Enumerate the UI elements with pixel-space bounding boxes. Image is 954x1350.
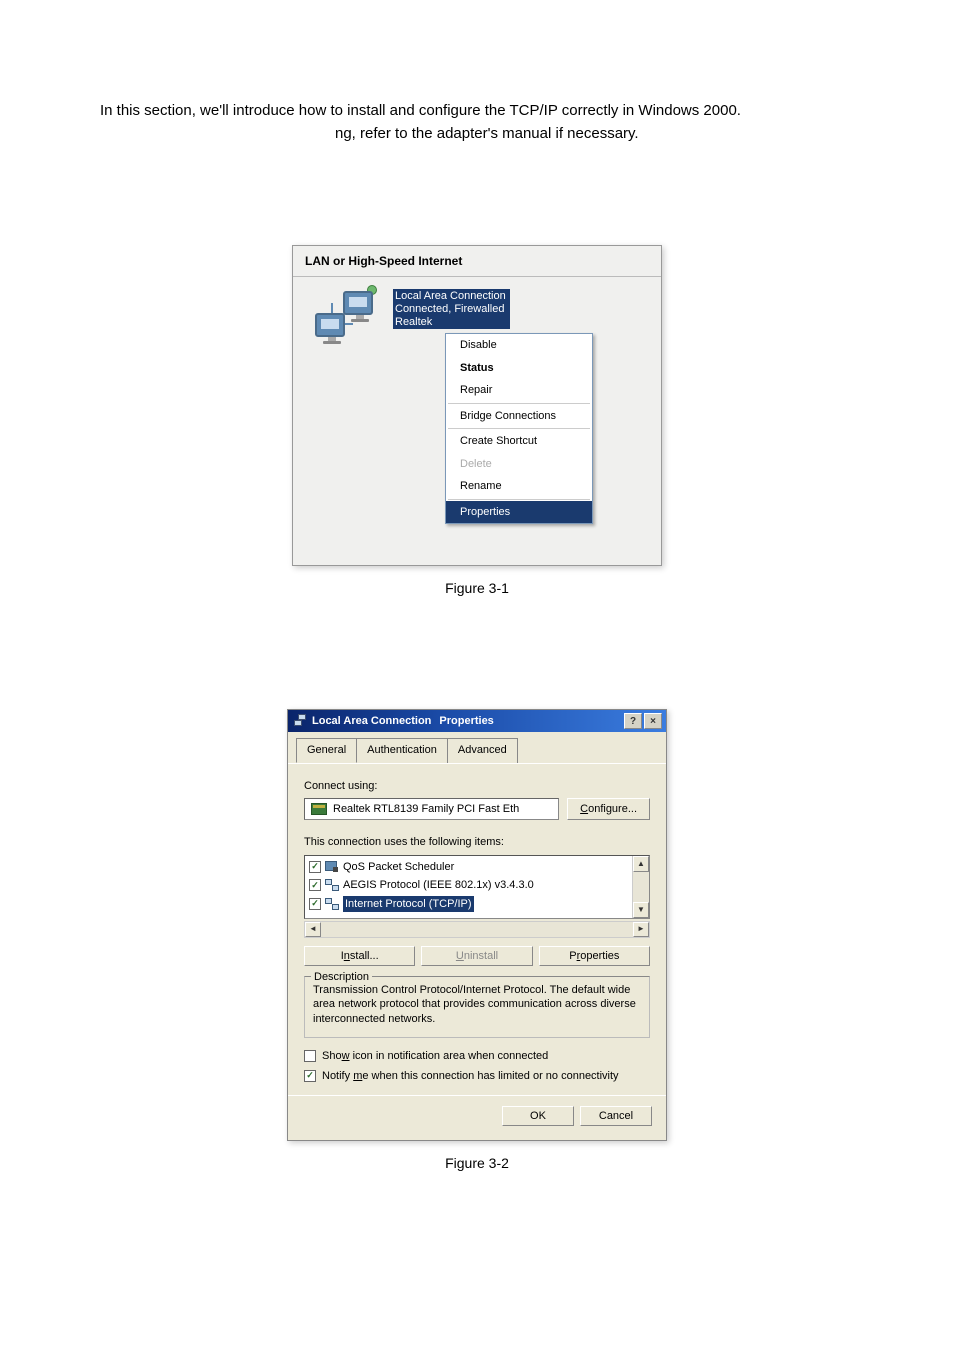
item-label: QoS Packet Scheduler — [343, 859, 454, 876]
close-button[interactable]: × — [644, 713, 662, 729]
checkbox-checked-icon[interactable]: ✓ — [309, 898, 321, 910]
connection-adapter: Realtek — [395, 316, 506, 329]
tab-authentication[interactable]: Authentication — [356, 738, 448, 763]
menu-separator — [448, 403, 590, 404]
title-text-a: Local Area Connection — [312, 713, 431, 730]
horizontal-scrollbar[interactable]: ◄ ► — [304, 921, 650, 938]
ok-button[interactable]: OK — [502, 1106, 574, 1126]
protocol-icon — [325, 879, 339, 891]
list-item-selected[interactable]: ✓ Internet Protocol (TCP/IP) — [305, 895, 631, 914]
list-item[interactable]: ✓ QoS Packet Scheduler — [305, 858, 631, 877]
scroll-right-icon[interactable]: ► — [633, 922, 649, 937]
notify-checkbox-row[interactable]: ✓ Notify me when this connection has lim… — [304, 1068, 650, 1085]
scroll-up-icon[interactable]: ▲ — [633, 856, 649, 872]
window-title: Local Area Connection Properties — [312, 713, 624, 730]
menu-separator — [448, 499, 590, 500]
items-listbox[interactable]: ✓ QoS Packet Scheduler ✓ AEGIS Protocol … — [304, 855, 650, 919]
network-card-icon — [311, 803, 327, 815]
notify-label: Notify me when this connection has limit… — [322, 1068, 619, 1085]
titlebar[interactable]: Local Area Connection Properties ? × — [288, 710, 666, 732]
connect-using-label: Connect using: — [304, 778, 650, 795]
properties-dialog: Local Area Connection Properties ? × Gen… — [287, 709, 667, 1141]
menu-item-status[interactable]: Status — [446, 357, 592, 380]
connection-icon — [294, 714, 308, 728]
adapter-name: Realtek RTL8139 Family PCI Fast Eth — [333, 801, 519, 818]
divider — [293, 276, 661, 277]
pane-header: LAN or High-Speed Internet — [293, 246, 661, 274]
figure-caption: Figure 3-1 — [100, 578, 854, 599]
tab-general[interactable]: General — [296, 738, 357, 763]
install-button[interactable]: Install... — [304, 946, 415, 966]
menu-separator — [448, 428, 590, 429]
menu-item-bridge[interactable]: Bridge Connections — [446, 405, 592, 428]
intro-line2: ng, refer to the adapter's manual if nec… — [100, 123, 854, 146]
connection-icon[interactable] — [315, 291, 383, 339]
menu-item-disable[interactable]: Disable — [446, 334, 592, 357]
scroll-left-icon[interactable]: ◄ — [305, 922, 321, 937]
help-button[interactable]: ? — [624, 713, 642, 729]
properties-button[interactable]: Properties — [539, 946, 650, 966]
adapter-field: Realtek RTL8139 Family PCI Fast Eth — [304, 798, 559, 820]
menu-item-rename[interactable]: Rename — [446, 475, 592, 498]
checkbox-checked-icon[interactable]: ✓ — [309, 879, 321, 891]
item-label: AEGIS Protocol (IEEE 802.1x) v3.4.3.0 — [343, 877, 534, 894]
title-text-b: Properties — [439, 713, 493, 730]
monitor-icon — [315, 313, 345, 337]
intro-line1: In this section, we'll introduce how to … — [100, 100, 854, 123]
show-icon-label: Show icon in notification area when conn… — [322, 1048, 548, 1065]
show-icon-checkbox-row[interactable]: ✓ Show icon in notification area when co… — [304, 1048, 650, 1065]
menu-item-repair[interactable]: Repair — [446, 379, 592, 402]
list-item[interactable]: ✓ AEGIS Protocol (IEEE 802.1x) v3.4.3.0 — [305, 876, 631, 895]
vertical-scrollbar[interactable]: ▲ ▼ — [632, 856, 649, 918]
connection-status: Connected, Firewalled — [395, 303, 506, 316]
menu-item-properties[interactable]: Properties — [446, 501, 592, 524]
checkbox-checked-icon[interactable]: ✓ — [309, 861, 321, 873]
description-label: Description — [311, 969, 372, 986]
item-label: Internet Protocol (TCP/IP) — [343, 896, 474, 913]
checkbox-unchecked-icon[interactable]: ✓ — [304, 1050, 316, 1062]
uses-items-label: This connection uses the following items… — [304, 834, 650, 851]
description-group: Description Transmission Control Protoco… — [304, 976, 650, 1039]
configure-button[interactable]: Configure... — [567, 798, 650, 820]
context-menu: Disable Status Repair Bridge Connections… — [445, 333, 593, 524]
tabs: General Authentication Advanced — [288, 732, 666, 764]
intro-paragraph: In this section, we'll introduce how to … — [100, 100, 854, 145]
connection-name: Local Area Connection — [395, 290, 506, 303]
scroll-track[interactable] — [321, 922, 633, 937]
protocol-icon — [325, 898, 339, 910]
checkbox-checked-icon[interactable]: ✓ — [304, 1070, 316, 1082]
scheduler-icon — [325, 861, 339, 873]
figure-caption: Figure 3-2 — [100, 1153, 854, 1174]
description-text: Transmission Control Protocol/Internet P… — [313, 983, 641, 1028]
scroll-track[interactable] — [633, 872, 649, 902]
scroll-down-icon[interactable]: ▼ — [633, 902, 649, 918]
network-connections-pane: LAN or High-Speed Internet Local Area Co… — [292, 245, 662, 566]
uninstall-button: Uninstall — [421, 946, 532, 966]
menu-item-create-shortcut[interactable]: Create Shortcut — [446, 430, 592, 453]
menu-item-delete: Delete — [446, 453, 592, 476]
tab-advanced[interactable]: Advanced — [447, 738, 518, 763]
cancel-button[interactable]: Cancel — [580, 1106, 652, 1126]
connection-label-selected[interactable]: Local Area Connection Connected, Firewal… — [393, 289, 510, 329]
